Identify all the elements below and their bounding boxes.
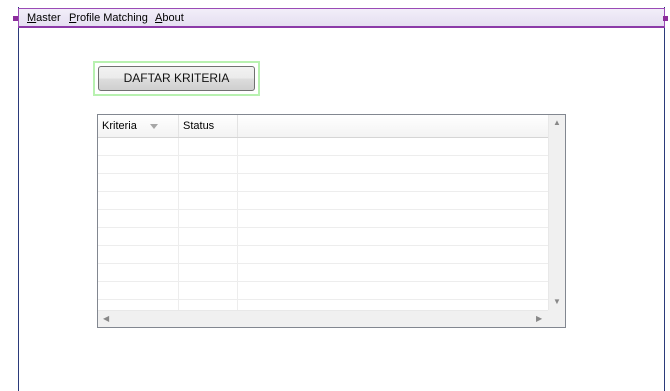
grid-rows [98,138,548,310]
table-row[interactable] [98,156,548,174]
column-header-status[interactable]: Status [179,115,238,137]
menu-bar: Master Profile Matching About [18,8,665,28]
scroll-down-icon[interactable]: ▼ [553,298,561,306]
table-row[interactable] [98,282,548,300]
vertical-scrollbar[interactable]: ▲ ▼ [548,115,565,310]
grid-body: Kriteria Status [98,115,548,310]
column-header-kriteria[interactable]: Kriteria [98,115,179,137]
button-focus-frame: DAFTAR KRITERIA [93,61,260,96]
sort-arrow-icon [150,124,158,129]
selection-handle-left [13,16,18,21]
horizontal-scrollbar[interactable]: ◀ ▶ [98,310,548,327]
menu-profile-matching[interactable]: Profile Matching [69,12,148,24]
table-row[interactable] [98,300,548,310]
table-row[interactable] [98,174,548,192]
scroll-up-icon[interactable]: ▲ [553,119,561,127]
table-row[interactable] [98,246,548,264]
menu-about[interactable]: About [155,12,184,24]
table-row[interactable] [98,264,548,282]
table-row[interactable] [98,192,548,210]
grid-header: Kriteria Status [98,115,548,138]
table-row[interactable] [98,138,548,156]
kriteria-grid[interactable]: Kriteria Status ▲ ▼ ◀ ▶ [97,114,566,328]
scroll-right-icon[interactable]: ▶ [536,315,542,323]
scrollbar-corner [548,310,565,327]
table-row[interactable] [98,228,548,246]
daftar-kriteria-button[interactable]: DAFTAR KRITERIA [98,66,255,91]
menu-master[interactable]: Master [27,12,61,24]
selection-handle-right [663,16,668,21]
scroll-left-icon[interactable]: ◀ [103,315,109,323]
table-row[interactable] [98,210,548,228]
